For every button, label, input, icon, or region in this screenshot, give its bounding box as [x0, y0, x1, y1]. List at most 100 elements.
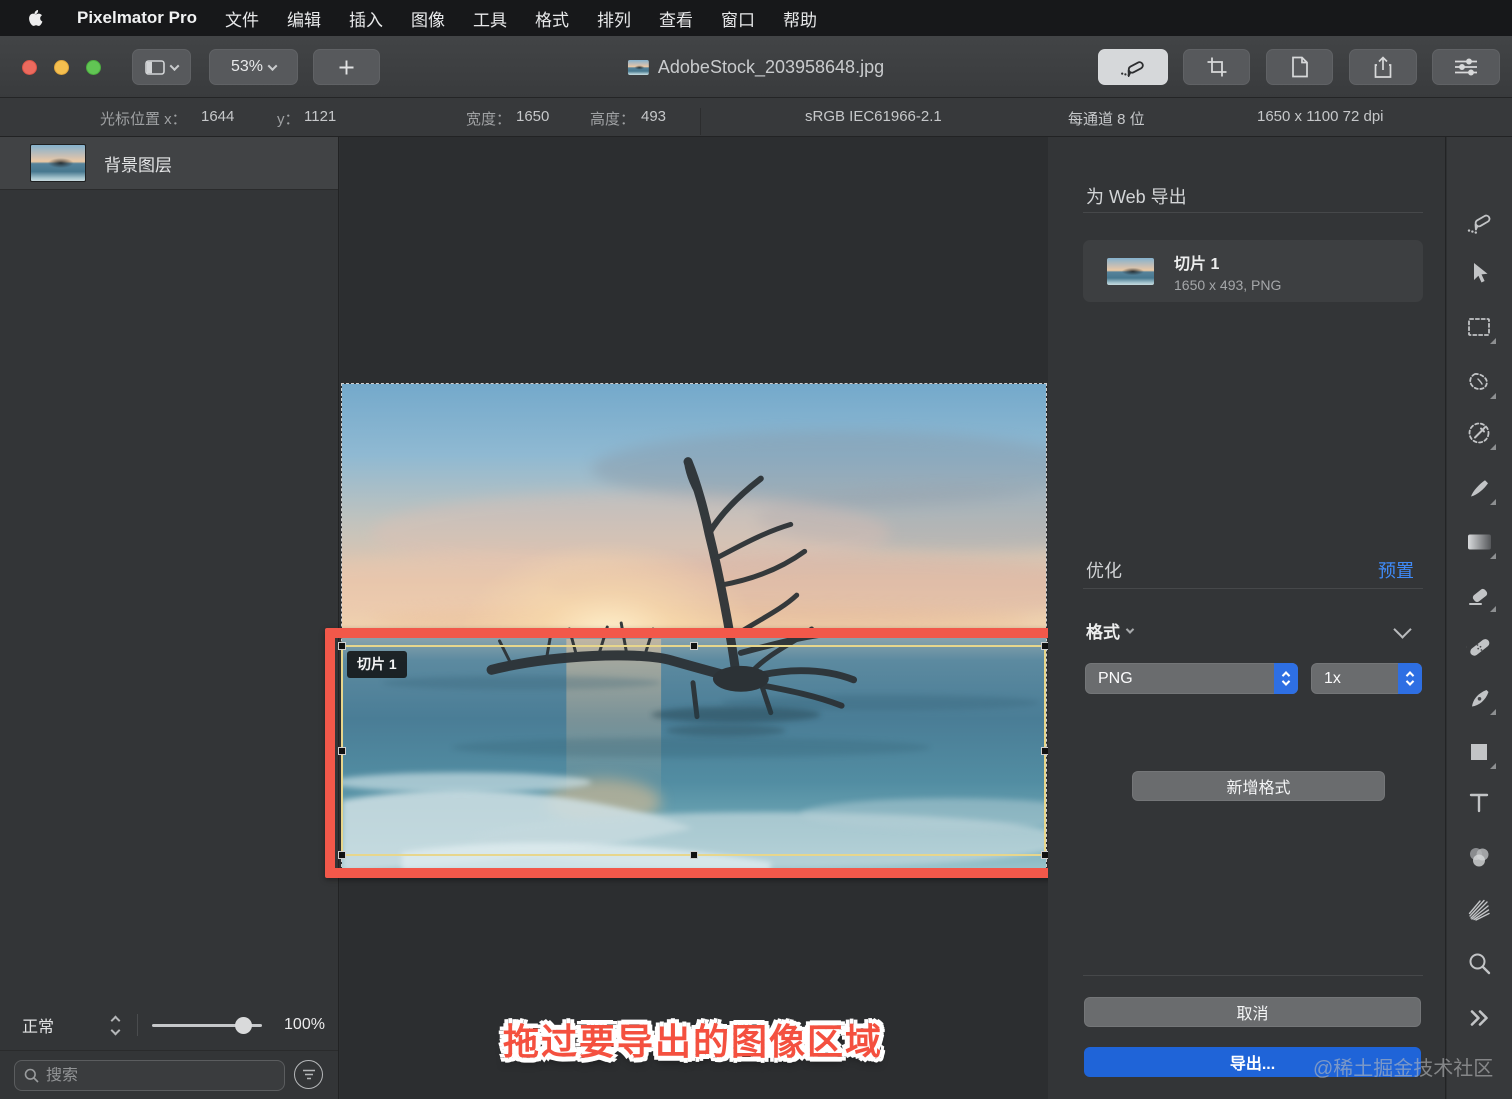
divider — [1083, 975, 1423, 976]
export-panel-title: 为 Web 导出 — [1086, 187, 1187, 207]
share-icon — [1374, 55, 1392, 78]
filter-button[interactable] — [294, 1060, 323, 1089]
slice-knife-icon — [1467, 214, 1490, 234]
search-input[interactable] — [46, 1066, 256, 1085]
height-value: 493 — [641, 108, 667, 125]
menu-item-help[interactable]: 帮助 — [783, 6, 817, 31]
gradient-tool-button[interactable] — [1459, 522, 1499, 562]
paint-tool-button[interactable] — [1459, 468, 1499, 508]
close-window-button[interactable] — [22, 60, 37, 75]
app-window: Pixelmator Pro 文件 编辑 插入 图像 工具 格式 排列 查看 窗… — [0, 0, 1512, 1099]
cursor-arrow-icon — [1474, 263, 1488, 283]
blend-mode-stepper[interactable] — [110, 1015, 121, 1035]
slice-handle-middle-left[interactable] — [338, 746, 346, 755]
slice-toolbar-button[interactable] — [1098, 49, 1168, 85]
slice-handle-top-middle[interactable] — [689, 642, 698, 650]
cursor-y-label: y： — [277, 111, 300, 128]
layer-search-field[interactable] — [14, 1060, 285, 1091]
opacity-slider-knob[interactable] — [235, 1016, 253, 1034]
plus-icon — [339, 60, 354, 74]
opacity-slider[interactable] — [152, 1016, 263, 1034]
gradient-icon — [1467, 534, 1491, 550]
color-select-tool-button[interactable] — [1459, 413, 1499, 453]
quick-select-tool-button[interactable] — [1459, 362, 1499, 402]
document-title: AdobeStock_203958648.jpg — [627, 36, 885, 98]
scale-select[interactable]: 1x — [1311, 663, 1422, 694]
paintbrush-icon — [1470, 480, 1488, 497]
share-toolbar-button[interactable] — [1349, 49, 1417, 85]
menu-item-view[interactable]: 查看 — [659, 6, 693, 31]
export-panel: 为 Web 导出 切片 1 1650 x 493, PNG 优化 预置 格式 P… — [1048, 137, 1446, 1099]
format-section-label[interactable]: 格式 — [1086, 618, 1135, 643]
fullscreen-window-button[interactable] — [86, 60, 101, 75]
add-format-button[interactable]: 新增格式 — [1132, 771, 1385, 801]
collapse-section-chevron[interactable] — [1393, 620, 1412, 639]
zoom-tool-button[interactable] — [1459, 943, 1499, 983]
effects-tool-button[interactable] — [1459, 890, 1499, 930]
presets-link[interactable]: 预置 — [1378, 557, 1414, 583]
layer-row-background[interactable]: 背景图层 — [0, 137, 338, 190]
erase-tool-button[interactable] — [1459, 575, 1499, 615]
marquee-select-icon — [1468, 318, 1490, 336]
slice-tool-button[interactable] — [1459, 203, 1499, 243]
crop-toolbar-button[interactable] — [1183, 49, 1250, 85]
effects-rays-icon — [1468, 899, 1490, 921]
divider — [0, 1050, 338, 1051]
menu-item-image[interactable]: 图像 — [411, 6, 445, 31]
scale-select-stepper[interactable] — [1398, 663, 1422, 694]
retouch-tool-button[interactable] — [1459, 627, 1499, 667]
lasso-select-icon — [1469, 373, 1488, 390]
color-adjustments-tool-button[interactable] — [1459, 837, 1499, 877]
watermark: @稀土掘金技术社区 — [1313, 1058, 1494, 1080]
document-icon — [1291, 56, 1308, 78]
minimize-window-button[interactable] — [54, 60, 69, 75]
slice-selection[interactable]: 切片 1 — [338, 642, 1049, 859]
more-tools-button[interactable] — [1459, 998, 1499, 1038]
settings-toolbar-button[interactable] — [1432, 49, 1500, 85]
pen-tool-button[interactable] — [1459, 678, 1499, 718]
menu-item-insert[interactable]: 插入 — [349, 6, 383, 31]
menu-item-edit[interactable]: 编辑 — [287, 6, 321, 31]
tutorial-caption: 拖过要导出的图像区域 — [502, 1021, 884, 1062]
dimensions-value: 1650 x 1100 72 dpi — [1257, 108, 1384, 125]
zoom-level-button[interactable]: 53% — [209, 49, 298, 85]
new-document-toolbar-button[interactable] — [1266, 49, 1333, 85]
slice-handle-bottom-left[interactable] — [338, 851, 346, 859]
rect-select-tool-button[interactable] — [1459, 307, 1499, 347]
format-select-stepper[interactable] — [1274, 663, 1298, 694]
format-select[interactable]: PNG — [1085, 663, 1298, 694]
optimize-label: 优化 — [1086, 561, 1122, 581]
search-icon — [24, 1068, 39, 1083]
divider — [137, 1014, 139, 1036]
format-label-text: 格式 — [1086, 623, 1120, 642]
bandaid-icon — [1465, 639, 1489, 656]
shape-tool-button[interactable] — [1459, 732, 1499, 772]
menu-item-tools[interactable]: 工具 — [473, 6, 507, 31]
main-area: 背景图层 正常 100% 搜索 切片 1 拖过要导出的图像区域 @稀土掘金技术社… — [0, 137, 1512, 1099]
cursor-position-label: 光标位置 x： — [100, 111, 187, 128]
search-row — [0, 1058, 338, 1098]
arrange-tool-button[interactable] — [1459, 253, 1499, 293]
menu-item-arrange[interactable]: 排列 — [597, 6, 631, 31]
menu-item-window[interactable]: 窗口 — [721, 6, 755, 31]
chevron-down-icon — [169, 60, 180, 71]
blend-mode-value[interactable]: 正常 — [22, 1013, 54, 1037]
zoom-level-value: 53% — [230, 58, 264, 75]
slice-handle-bottom-middle[interactable] — [689, 851, 698, 859]
add-button[interactable] — [313, 49, 380, 85]
view-options-button[interactable] — [132, 49, 191, 85]
square-shape-icon — [1471, 744, 1487, 760]
menu-app-name[interactable]: Pixelmator Pro — [77, 8, 197, 28]
apple-menu[interactable] — [26, 8, 43, 28]
eyedropper-circle-icon — [1468, 422, 1490, 444]
type-icon — [1469, 793, 1489, 813]
document-title-text: AdobeStock_203958648.jpg — [657, 56, 885, 77]
type-tool-button[interactable] — [1459, 783, 1499, 823]
menu-item-format[interactable]: 格式 — [535, 6, 569, 31]
menu-item-file[interactable]: 文件 — [225, 6, 259, 31]
slice-handle-top-left[interactable] — [338, 642, 346, 650]
document-thumbnail-icon — [627, 59, 649, 75]
sidebar-view-icon — [145, 59, 165, 75]
slice-list-item[interactable]: 切片 1 1650 x 493, PNG — [1083, 240, 1423, 302]
cancel-button[interactable]: 取消 — [1084, 997, 1421, 1027]
